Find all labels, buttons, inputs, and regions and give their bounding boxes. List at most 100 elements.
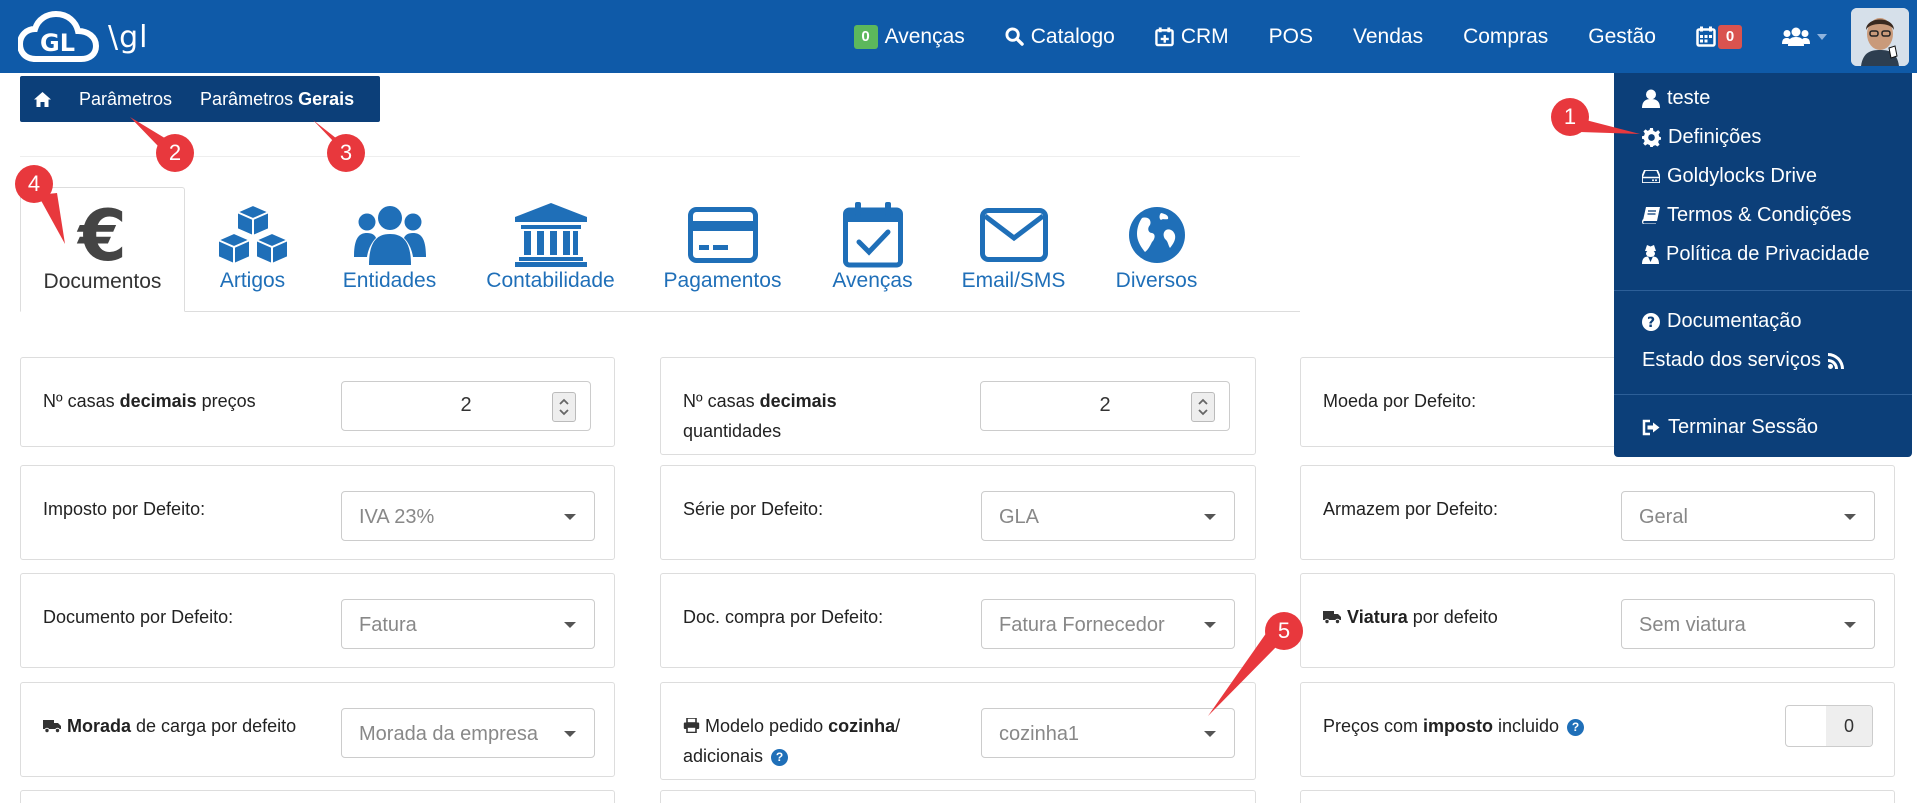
select-value: Fatura Fornecedor: [999, 614, 1165, 636]
nav-calendar[interactable]: 0: [1676, 0, 1762, 73]
nav-users-menu[interactable]: [1762, 0, 1837, 73]
help-icon[interactable]: ?: [771, 748, 789, 766]
nav-crm[interactable]: CRM: [1135, 0, 1249, 73]
search-icon: [1005, 27, 1024, 46]
field-label: Moeda por Defeito:: [1323, 391, 1477, 411]
nav-compras-label: Compras: [1463, 24, 1549, 48]
calendar-plus-icon: [1155, 27, 1174, 46]
menu-item-label: Documentação: [1667, 310, 1802, 332]
cloud-logo-icon: GL: [18, 11, 100, 62]
svg-text:GL: GL: [40, 29, 75, 57]
field-modelo-pedido-cozinha: Modelo pedido cozinha/adicionais? cozinh…: [660, 682, 1256, 780]
nav-gestao-label: Gestão: [1588, 24, 1656, 48]
nav-vendas[interactable]: Vendas: [1333, 0, 1443, 73]
tab-pagamentos[interactable]: Pagamentos: [640, 187, 805, 312]
menu-item-label: teste: [1667, 87, 1711, 109]
select-value: Morada da empresa: [359, 723, 538, 745]
tab-entidades[interactable]: Entidades: [307, 187, 472, 312]
menu-divider: [1614, 394, 1912, 395]
tab-documentos[interactable]: € Documentos: [20, 187, 185, 312]
field-row-partial: [1300, 790, 1895, 803]
tab-contabilidade[interactable]: Contabilidade: [468, 187, 633, 312]
nav-pos[interactable]: POS: [1249, 0, 1333, 73]
select-value: IVA 23%: [359, 506, 435, 528]
caret-down-icon: [564, 622, 576, 628]
tab-diversos-label: Diversos: [1115, 269, 1198, 292]
annotation-marker-3: 3: [327, 134, 365, 172]
user-avatar[interactable]: [1851, 7, 1909, 66]
annotation-marker-2: 2: [156, 134, 194, 172]
gear-icon: [1642, 128, 1661, 147]
user-icon: [1642, 89, 1660, 108]
field-label: Armazem por Defeito:: [1323, 499, 1499, 519]
envelope-icon: [979, 208, 1048, 262]
field-doc-compra-defeito: Doc. compra por Defeito: Fatura Forneced…: [660, 573, 1256, 668]
tab-diversos[interactable]: Diversos: [1074, 187, 1239, 312]
home-icon[interactable]: [34, 91, 51, 107]
field-label: Preços com imposto incluido?: [1323, 711, 1585, 741]
casas-decimais-precos-input[interactable]: 2: [341, 381, 591, 431]
truck-icon: [1323, 611, 1341, 625]
bank-icon: [514, 203, 587, 267]
menu-item-user[interactable]: teste: [1642, 87, 1710, 110]
morada-select[interactable]: Morada da empresa: [341, 708, 595, 758]
menu-item-label: Goldylocks Drive: [1667, 165, 1818, 187]
field-serie-defeito: Série por Defeito: GLA: [660, 465, 1256, 560]
menu-item-documentacao[interactable]: ? Documentação: [1642, 310, 1802, 333]
modelo-cozinha-select[interactable]: cozinha1: [981, 708, 1235, 758]
tab-pagamentos-label: Pagamentos: [663, 269, 782, 292]
precos-imposto-toggle[interactable]: 0: [1785, 705, 1873, 747]
nav-avencas[interactable]: 0 Avenças: [834, 0, 985, 73]
field-casas-decimais-quantidades: Nº casas decimais quantidades 2: [660, 357, 1256, 455]
field-label: Morada de carga por defeito: [43, 711, 296, 741]
viatura-select[interactable]: Sem viatura: [1621, 599, 1875, 649]
printer-icon: [683, 717, 700, 734]
field-armazem-defeito: Armazem por Defeito: Geral: [1300, 465, 1895, 560]
number-spinner[interactable]: [1191, 392, 1215, 422]
menu-item-definicoes[interactable]: Definições: [1642, 126, 1761, 149]
brand[interactable]: GL \gl: [18, 10, 149, 64]
annotation-marker-5: 5: [1265, 612, 1303, 650]
calendar-count-badge: 0: [1718, 24, 1742, 49]
breadcrumb-parametros[interactable]: Parâmetros: [79, 89, 172, 110]
user-dropdown-menu: teste Definições Goldylocks Drive Termos…: [1614, 73, 1912, 457]
tab-documentos-label: Documentos: [43, 270, 162, 293]
nav-catalogo[interactable]: Catalogo: [985, 0, 1135, 73]
menu-item-label: Estado dos serviços: [1642, 349, 1821, 371]
tab-contabilidade-label: Contabilidade: [486, 269, 615, 292]
tab-email-sms[interactable]: Email/SMS: [931, 187, 1096, 312]
nav-compras[interactable]: Compras: [1443, 0, 1568, 73]
menu-item-termos[interactable]: Termos & Condições: [1642, 204, 1852, 227]
armazem-select[interactable]: Geral: [1621, 491, 1875, 541]
menu-item-estado-servicos[interactable]: Estado dos serviços: [1642, 349, 1844, 372]
casas-decimais-quantidades-input[interactable]: 2: [980, 381, 1230, 431]
caret-down-icon: [1204, 731, 1216, 737]
help-icon[interactable]: ?: [1567, 718, 1585, 736]
serie-select[interactable]: GLA: [981, 491, 1235, 541]
breadcrumb-parametros-gerais: Parâmetros Gerais: [200, 89, 354, 110]
select-value: Geral: [1639, 506, 1688, 528]
chevron-down-icon: [1817, 33, 1827, 40]
calendar-icon: [1696, 26, 1716, 47]
question-circle-icon: ?: [1642, 312, 1660, 331]
spinner-arrows-icon: [559, 398, 569, 416]
documento-select[interactable]: Fatura: [341, 599, 595, 649]
caret-down-icon: [1204, 622, 1216, 628]
nav-gestao[interactable]: Gestão: [1568, 0, 1676, 73]
number-spinner[interactable]: [552, 392, 576, 422]
doc-compra-select[interactable]: Fatura Fornecedor: [981, 599, 1235, 649]
menu-item-terminar-sessao[interactable]: Terminar Sessão: [1642, 416, 1818, 439]
field-row-partial: [660, 790, 1256, 803]
hdd-icon: [1642, 170, 1660, 183]
svg-text:?: ?: [1647, 315, 1655, 331]
sign-out-icon: [1642, 419, 1660, 436]
menu-divider: [1614, 290, 1912, 291]
menu-item-privacidade[interactable]: Política de Privacidade: [1642, 243, 1869, 266]
field-documento-defeito: Documento por Defeito: Fatura: [20, 573, 615, 668]
field-label: Viatura por defeito: [1323, 602, 1498, 632]
field-label: Imposto por Defeito:: [43, 499, 206, 519]
field-label: Nº casas decimais preços: [43, 391, 256, 411]
users-icon: [1782, 27, 1810, 46]
menu-item-goldylocks-drive[interactable]: Goldylocks Drive: [1642, 165, 1817, 188]
imposto-select[interactable]: IVA 23%: [341, 491, 595, 541]
